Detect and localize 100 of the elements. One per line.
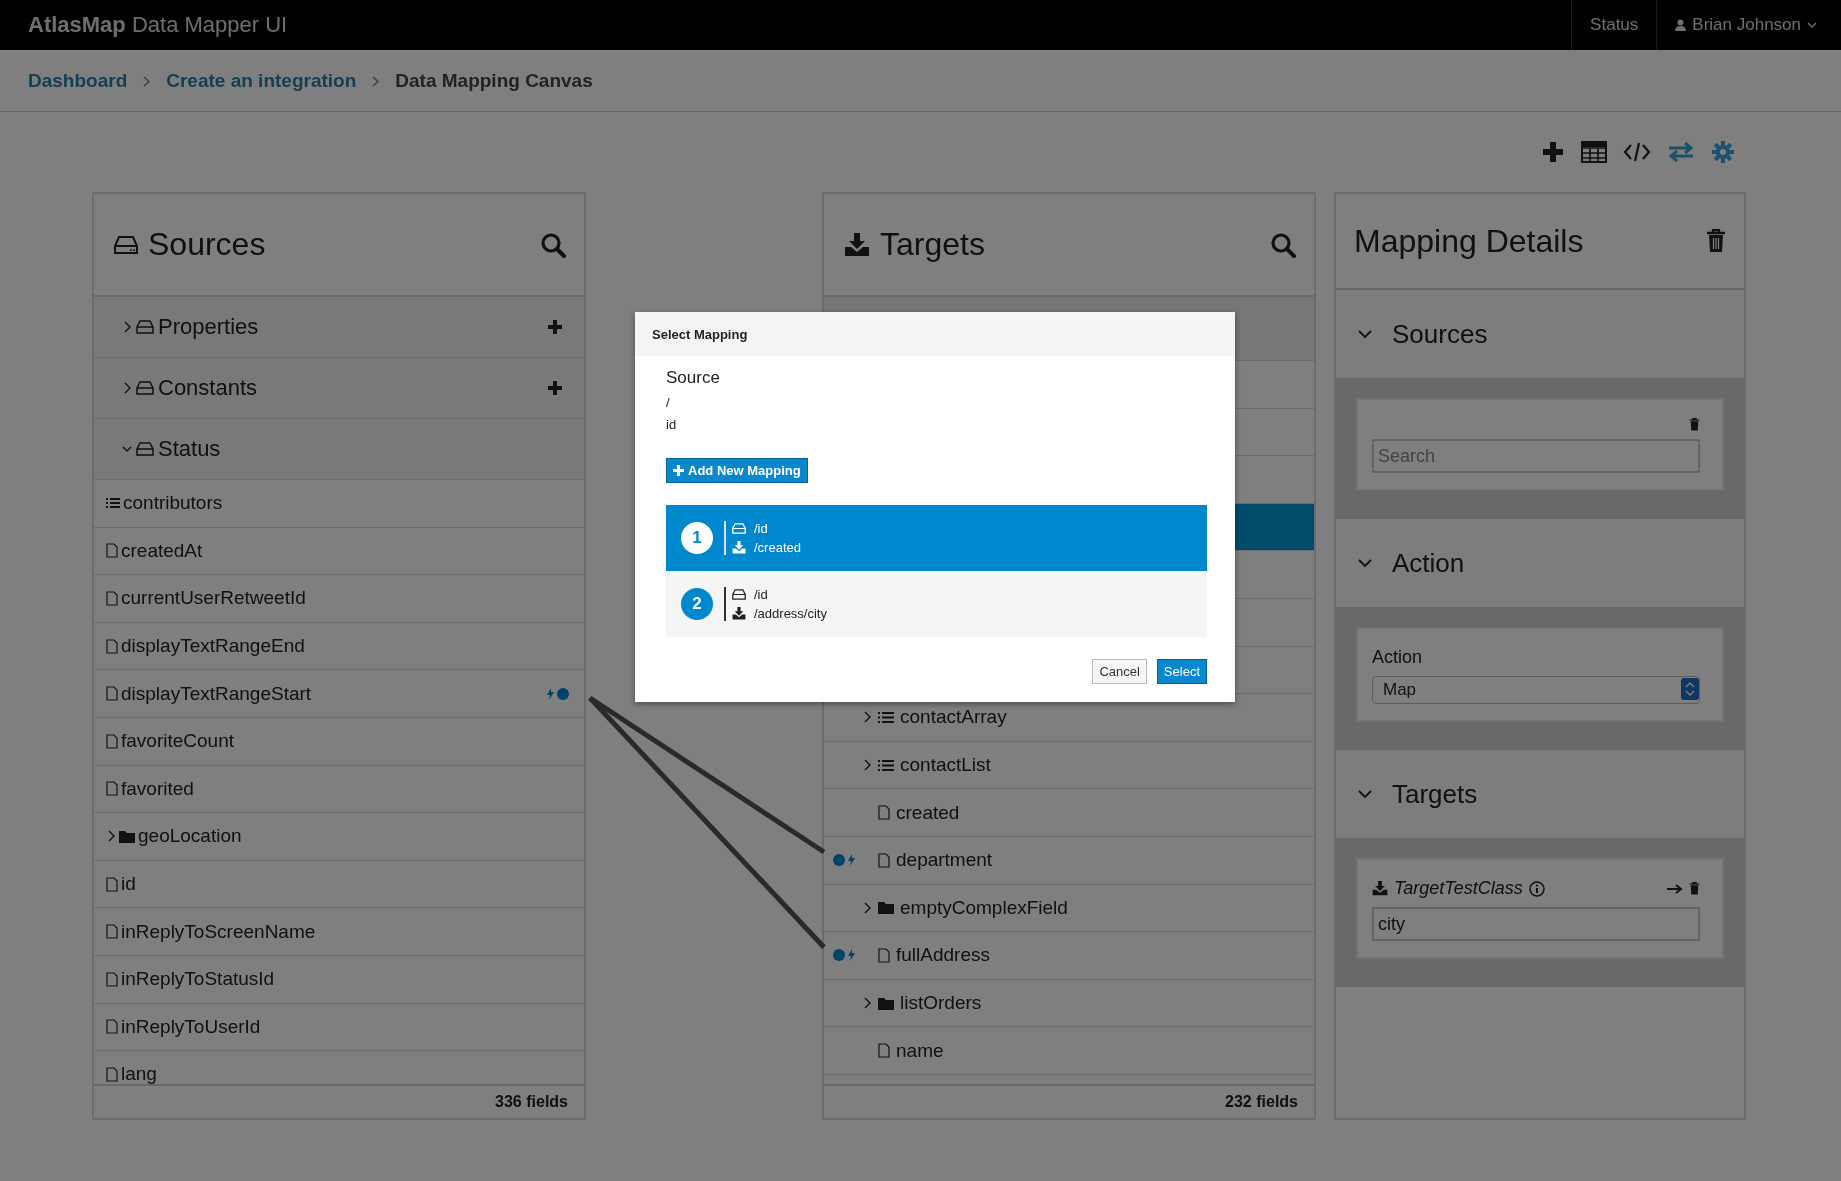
select-button[interactable]: Select	[1156, 659, 1207, 684]
caret-icon	[1807, 22, 1817, 28]
add-icon[interactable]	[1541, 140, 1565, 164]
field-count: 336 fields	[94, 1084, 584, 1118]
source-path: /id	[754, 587, 768, 602]
folder-icon	[878, 901, 894, 915]
trash-icon[interactable]	[1706, 229, 1726, 253]
cancel-button[interactable]: Cancel	[1092, 659, 1147, 684]
field-label: id	[121, 873, 136, 896]
folder-icon	[119, 829, 135, 843]
mapping-option[interactable]: 2 /id /address/city	[666, 571, 1207, 637]
field-row[interactable]: fullAddress	[824, 932, 1314, 980]
dialog-title: Select Mapping	[652, 326, 748, 342]
field-row[interactable]: contributors	[94, 480, 584, 528]
file-icon	[106, 924, 118, 940]
breadcrumb-link[interactable]: Create an integration	[166, 69, 357, 92]
status-link[interactable]: Status	[1571, 0, 1657, 50]
document-section[interactable]: Properties	[94, 297, 584, 358]
field-row[interactable]: geoLocation	[94, 813, 584, 861]
target-path: /created	[754, 540, 801, 555]
field-label: fullAddress	[896, 944, 990, 967]
field-row[interactable]: contactList	[824, 741, 1314, 790]
field-label: favorited	[121, 777, 194, 800]
field-row[interactable]: listOrders	[824, 979, 1314, 1028]
field-row[interactable]: displayTextRangeStart	[94, 670, 584, 718]
field-row[interactable]: inReplyToStatusId	[94, 955, 584, 1004]
file-icon	[878, 1043, 890, 1059]
download-icon	[844, 232, 870, 257]
mapping-number: 1	[681, 522, 713, 554]
file-icon	[106, 733, 118, 749]
add-icon[interactable]	[548, 320, 562, 334]
breadcrumb-link[interactable]: Dashboard	[28, 69, 128, 92]
file-icon	[106, 686, 118, 702]
source-path: /id	[754, 521, 768, 536]
field-label: inReplyToStatusId	[121, 968, 275, 991]
trash-icon[interactable]	[1689, 882, 1700, 895]
file-icon	[106, 591, 118, 606]
table-icon[interactable]	[1581, 141, 1607, 163]
download-icon	[732, 541, 746, 554]
trash-icon[interactable]	[1689, 418, 1700, 431]
field-label: Action	[1372, 647, 1424, 668]
field-row[interactable]: createdAt	[94, 527, 584, 576]
download-icon	[1372, 881, 1388, 896]
info-icon[interactable]	[1528, 880, 1545, 897]
field-row[interactable]: inReplyToScreenName	[94, 908, 584, 956]
section-label: Properties	[158, 314, 259, 340]
field-count: 232 fields	[824, 1084, 1314, 1118]
search-icon[interactable]	[540, 231, 566, 258]
mapping-number: 2	[681, 588, 713, 620]
stepper-icon	[1681, 678, 1699, 700]
chevron-icon	[122, 382, 132, 394]
section-label: Status	[158, 436, 221, 462]
drive-icon	[732, 523, 746, 534]
panel-title: Mapping Details	[1354, 222, 1584, 260]
field-row[interactable]: name	[824, 1027, 1314, 1075]
field-label: contributors	[123, 492, 223, 515]
arrow-right-icon[interactable]	[1667, 883, 1683, 894]
field-label: favoriteCount	[121, 730, 234, 753]
field-row[interactable]: lang	[94, 1051, 584, 1084]
drive-icon	[136, 320, 154, 334]
field-row[interactable]: inReplyToUserId	[94, 1003, 584, 1052]
chevron-icon	[1358, 329, 1372, 339]
user-menu[interactable]: Brian Johnson	[1656, 0, 1841, 50]
user-icon	[1675, 19, 1687, 31]
field-row[interactable]: favorited	[94, 765, 584, 814]
add-new-mapping-button[interactable]: Add New Mapping	[666, 458, 808, 483]
file-icon	[106, 971, 118, 987]
field-label: displayTextRangeEnd	[121, 635, 305, 658]
search-icon[interactable]	[1270, 231, 1296, 258]
target-path: /address/city	[754, 606, 827, 621]
field-row[interactable]: created	[824, 789, 1314, 837]
field-label: created	[896, 801, 960, 824]
mapping-option[interactable]: 1 /id /created	[666, 505, 1207, 571]
field-row[interactable]: department	[824, 836, 1314, 885]
document-section[interactable]: Constants	[94, 358, 584, 419]
section-title: Action	[1392, 547, 1465, 579]
field-row[interactable]: currentUserRetweetId	[94, 575, 584, 623]
field-label: lang	[121, 1063, 157, 1084]
field-row[interactable]: displayTextRangeEnd	[94, 622, 584, 671]
search-field[interactable]: Search	[1372, 439, 1700, 473]
field-label: displayTextRangeStart	[121, 682, 312, 705]
field-row[interactable]: emptyComplexField	[824, 884, 1314, 933]
field-label: contactList	[900, 754, 991, 777]
add-icon[interactable]	[548, 381, 562, 395]
source-heading: Source	[666, 368, 721, 388]
file-icon	[878, 852, 890, 868]
code-icon[interactable]	[1623, 141, 1651, 163]
list-icon	[106, 497, 120, 510]
source-field: id	[666, 414, 1207, 436]
field-row[interactable]: favoriteCount	[94, 717, 584, 766]
chevron-icon	[1358, 789, 1372, 799]
chevron-icon	[862, 997, 872, 1009]
field-label: emptyComplexField	[900, 896, 1068, 919]
plus-icon	[673, 465, 684, 476]
section-title: Targets	[1392, 778, 1478, 810]
document-section[interactable]: Status	[94, 419, 584, 480]
action-select[interactable]: Map	[1372, 676, 1700, 704]
target-field-input[interactable]: city	[1372, 907, 1700, 941]
file-icon	[878, 947, 890, 963]
field-row[interactable]: id	[94, 860, 584, 909]
